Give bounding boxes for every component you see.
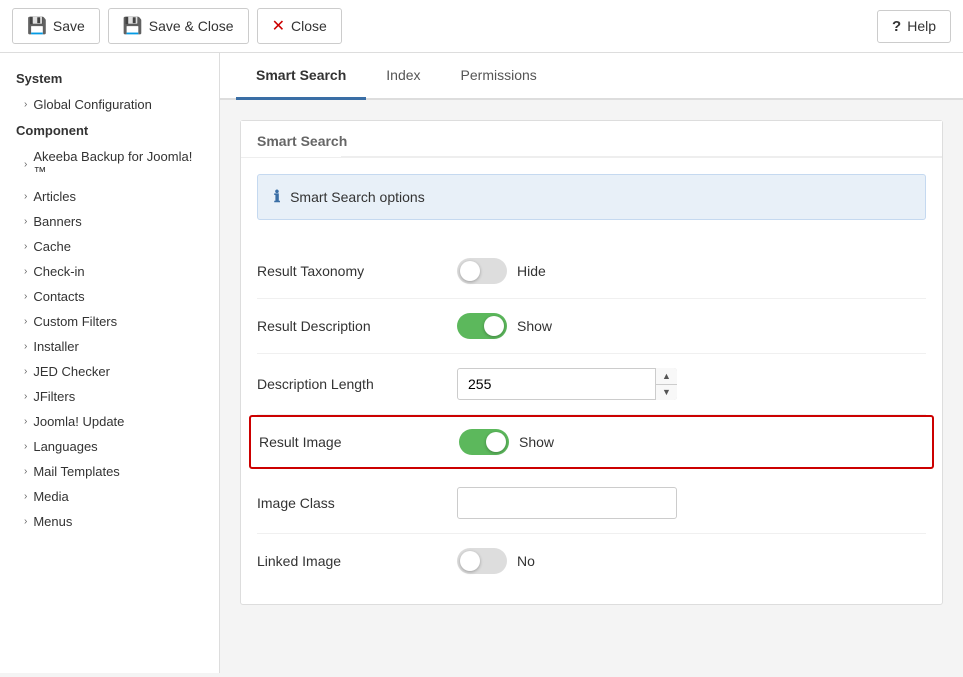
info-icon: ℹ	[274, 187, 280, 207]
sidebar-item-jed-checker[interactable]: › JED Checker	[0, 359, 219, 384]
toolbar: 💾 Save 💾 Save & Close ✕ Close ? Help	[0, 0, 963, 53]
toggle-result-taxonomy[interactable]	[457, 258, 507, 284]
chevron-icon: ›	[24, 341, 27, 352]
chevron-icon: ›	[24, 466, 27, 477]
help-icon: ?	[892, 18, 901, 35]
save-icon: 💾	[27, 16, 47, 36]
form-row-description-length: Description Length ▲ ▼	[257, 354, 926, 415]
close-button[interactable]: ✕ Close	[257, 8, 342, 44]
tab-smart-search[interactable]: Smart Search	[236, 53, 366, 100]
tabs-bar: Smart Search Index Permissions	[220, 53, 963, 100]
form-row-image-class: Image Class	[257, 473, 926, 534]
sidebar-section-component: Component	[0, 117, 219, 144]
label-description-length: Description Length	[257, 376, 457, 392]
sidebar-item-checkin[interactable]: › Check-in	[0, 259, 219, 284]
chevron-icon: ›	[24, 159, 27, 170]
help-label: Help	[907, 18, 936, 34]
control-result-taxonomy: Hide	[457, 258, 546, 284]
chevron-icon: ›	[24, 416, 27, 427]
toggle-result-description[interactable]	[457, 313, 507, 339]
panel-box-title: Smart Search	[241, 121, 942, 158]
form-row-result-description: Result Description Show	[257, 299, 926, 354]
image-class-input[interactable]	[457, 487, 677, 519]
label-result-image: Result Image	[259, 434, 459, 450]
sidebar-item-banners[interactable]: › Banners	[0, 209, 219, 234]
help-button[interactable]: ? Help	[877, 10, 951, 43]
chevron-icon: ›	[24, 516, 27, 527]
save-button[interactable]: 💾 Save	[12, 8, 100, 44]
save-label: Save	[53, 18, 85, 34]
spinner-down[interactable]: ▼	[656, 385, 677, 401]
chevron-icon: ›	[24, 291, 27, 302]
chevron-icon: ›	[24, 441, 27, 452]
number-spinners: ▲ ▼	[655, 368, 677, 400]
sidebar-item-jfilters[interactable]: › JFilters	[0, 384, 219, 409]
number-input-wrap: ▲ ▼	[457, 368, 677, 400]
form-row-result-image: Result Image Show	[249, 415, 934, 469]
label-result-taxonomy: Result Taxonomy	[257, 263, 457, 279]
chevron-icon: ›	[24, 366, 27, 377]
sidebar-item-mail-templates[interactable]: › Mail Templates	[0, 459, 219, 484]
save-close-icon: 💾	[123, 16, 143, 36]
sidebar-item-languages[interactable]: › Languages	[0, 434, 219, 459]
form-rows: Result Taxonomy Hide Result Des	[241, 236, 942, 604]
toggle-result-image[interactable]	[459, 429, 509, 455]
control-result-description: Show	[457, 313, 552, 339]
info-box: ℹ Smart Search options	[257, 174, 926, 220]
sidebar-item-cache[interactable]: › Cache	[0, 234, 219, 259]
sidebar-item-akeeba[interactable]: › Akeeba Backup for Joomla!™	[0, 144, 219, 184]
toggle-label-linked-image: No	[517, 553, 535, 569]
chevron-icon: ›	[24, 266, 27, 277]
toggle-label-result-image: Show	[519, 434, 554, 450]
label-image-class: Image Class	[257, 495, 457, 511]
sidebar-item-menus[interactable]: › Menus	[0, 509, 219, 534]
chevron-icon: ›	[24, 316, 27, 327]
chevron-icon: ›	[24, 99, 27, 110]
tab-index[interactable]: Index	[366, 53, 440, 100]
tab-permissions[interactable]: Permissions	[441, 53, 557, 100]
close-label: Close	[291, 18, 327, 34]
sidebar-item-custom-filters[interactable]: › Custom Filters	[0, 309, 219, 334]
sidebar-item-joomla-update[interactable]: › Joomla! Update	[0, 409, 219, 434]
control-result-image: Show	[459, 429, 554, 455]
main-layout: System › Global Configuration Component …	[0, 53, 963, 673]
sidebar-item-installer[interactable]: › Installer	[0, 334, 219, 359]
sidebar-item-contacts[interactable]: › Contacts	[0, 284, 219, 309]
description-length-input[interactable]	[457, 368, 677, 400]
label-result-description: Result Description	[257, 318, 457, 334]
chevron-icon: ›	[24, 241, 27, 252]
toggle-label-result-description: Show	[517, 318, 552, 334]
control-description-length: ▲ ▼	[457, 368, 677, 400]
save-close-button[interactable]: 💾 Save & Close	[108, 8, 249, 44]
form-row-result-taxonomy: Result Taxonomy Hide	[257, 244, 926, 299]
control-linked-image: No	[457, 548, 535, 574]
sidebar-item-media[interactable]: › Media	[0, 484, 219, 509]
content-area: Smart Search Index Permissions Smart Sea…	[220, 53, 963, 673]
chevron-icon: ›	[24, 491, 27, 502]
save-close-label: Save & Close	[149, 18, 234, 34]
sidebar-section-system: System	[0, 65, 219, 92]
chevron-icon: ›	[24, 391, 27, 402]
control-image-class	[457, 487, 677, 519]
spinner-up[interactable]: ▲	[656, 368, 677, 385]
sidebar: System › Global Configuration Component …	[0, 53, 220, 673]
sidebar-item-articles[interactable]: › Articles	[0, 184, 219, 209]
panel-box: Smart Search ℹ Smart Search options Resu…	[240, 120, 943, 605]
label-linked-image: Linked Image	[257, 553, 457, 569]
info-text: Smart Search options	[290, 189, 425, 205]
close-icon: ✕	[272, 16, 285, 36]
toggle-linked-image[interactable]	[457, 548, 507, 574]
chevron-icon: ›	[24, 216, 27, 227]
toggle-label-result-taxonomy: Hide	[517, 263, 546, 279]
panel-content: Smart Search ℹ Smart Search options Resu…	[220, 100, 963, 625]
form-row-linked-image: Linked Image No	[257, 534, 926, 588]
sidebar-item-global-config[interactable]: › Global Configuration	[0, 92, 219, 117]
chevron-icon: ›	[24, 191, 27, 202]
